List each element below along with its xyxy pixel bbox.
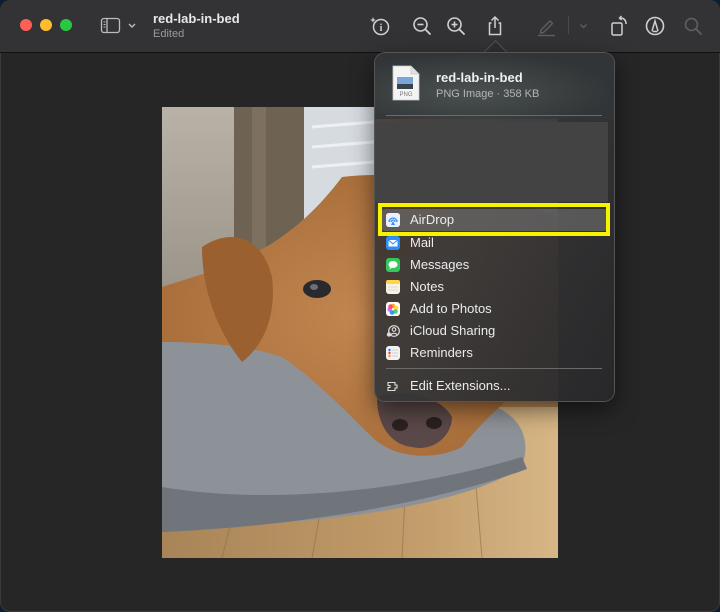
- edit-extensions-label: Edit Extensions...: [410, 378, 511, 393]
- fullscreen-window-button[interactable]: [60, 19, 72, 31]
- chevron-down-icon: [128, 23, 136, 28]
- share-item-notes[interactable]: Notes: [381, 276, 608, 298]
- search-button[interactable]: [681, 14, 705, 38]
- rotate-icon: [611, 15, 627, 36]
- share-item-label: Add to Photos: [410, 301, 492, 316]
- share-item-add-to-photos[interactable]: Add to Photos: [381, 298, 608, 320]
- close-window-button[interactable]: [20, 19, 32, 31]
- share-item-label: Mail: [410, 235, 434, 250]
- zoom-out-icon: [413, 17, 431, 35]
- messages-icon: [386, 258, 400, 272]
- edit-extensions-item[interactable]: Edit Extensions...: [381, 375, 608, 397]
- share-item-label: AirDrop: [410, 212, 455, 227]
- share-button[interactable]: [483, 14, 507, 38]
- zoom-out-button[interactable]: [410, 14, 434, 38]
- sidebar-icon: [100, 17, 121, 34]
- highlight-dropdown[interactable]: [572, 14, 596, 38]
- share-item-reminders[interactable]: Reminders: [381, 342, 608, 364]
- share-item-label: Reminders: [410, 345, 473, 360]
- toolbar-divider: [568, 16, 569, 34]
- share-item-label: iCloud Sharing: [410, 323, 496, 338]
- zoom-in-button[interactable]: [444, 14, 468, 38]
- share-popover: PNG red-lab-in-bed PNG Image · 358 KB Ai…: [375, 53, 614, 401]
- info-sparkle-icon: i: [370, 17, 390, 36]
- chevron-down-icon: [580, 24, 587, 29]
- share-icon: [488, 15, 502, 36]
- toolbar: red-lab-in-bed Edited i: [0, 0, 720, 53]
- zoom-in-icon: [447, 17, 465, 35]
- highlight-button[interactable]: [535, 14, 559, 38]
- markup-icon: [645, 16, 665, 36]
- window-subtitle: Edited: [153, 28, 185, 40]
- mail-icon: [386, 236, 400, 250]
- share-item-messages[interactable]: Messages: [381, 254, 608, 276]
- share-item-icloud-sharing[interactable]: iCloud Sharing: [381, 320, 608, 342]
- svg-text:i: i: [380, 23, 383, 34]
- share-item-mail[interactable]: Mail: [381, 232, 608, 254]
- svg-text:PNG: PNG: [399, 92, 412, 98]
- share-item-label: Messages: [410, 257, 470, 272]
- share-file-name: red-lab-in-bed: [436, 70, 523, 85]
- share-header: PNG red-lab-in-bed PNG Image · 358 KB: [375, 53, 614, 119]
- share-suggestions-area: [375, 122, 608, 202]
- rotate-button[interactable]: [607, 14, 631, 38]
- markup-button[interactable]: [643, 14, 667, 38]
- photos-icon: [386, 302, 400, 316]
- share-item-airdrop[interactable]: AirDrop: [381, 209, 608, 231]
- info-button[interactable]: i: [368, 14, 392, 38]
- dog-eye: [303, 280, 331, 298]
- separator: [386, 115, 602, 116]
- extensions-icon: [386, 379, 400, 393]
- airdrop-icon: [386, 213, 400, 227]
- share-file-info: PNG Image · 358 KB: [436, 88, 540, 100]
- preview-window: red-lab-in-bed Edited i PNG red-lab-in-b…: [0, 0, 720, 612]
- search-icon: [684, 17, 702, 35]
- separator: [386, 368, 602, 369]
- minimize-window-button[interactable]: [40, 19, 52, 31]
- notes-icon: [386, 280, 400, 294]
- pencil-icon: [538, 20, 555, 37]
- reminders-icon: [386, 346, 400, 360]
- sidebar-toggle-button[interactable]: [100, 16, 140, 36]
- window-title: red-lab-in-bed: [153, 11, 240, 26]
- share-item-label: Notes: [410, 279, 444, 294]
- icloud-sharing-icon: [386, 324, 400, 338]
- png-file-icon: PNG: [392, 65, 420, 101]
